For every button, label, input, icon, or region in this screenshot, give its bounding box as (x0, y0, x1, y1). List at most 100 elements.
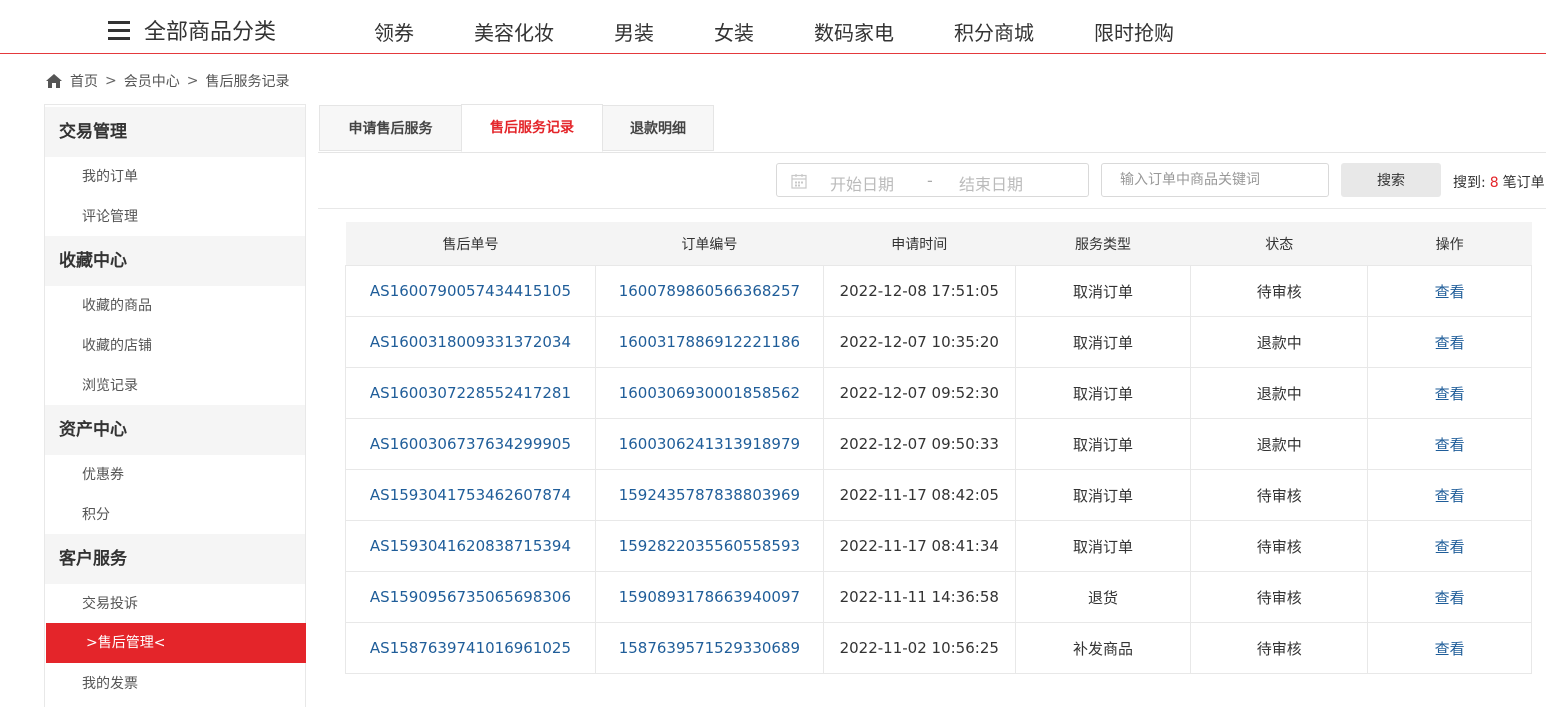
view-link[interactable]: 查看 (1367, 469, 1532, 521)
apply-time: 2022-11-02 10:56:25 (822, 622, 1016, 674)
apply-time: 2022-11-17 08:42:05 (822, 469, 1016, 521)
home-icon (46, 74, 62, 88)
status-text: 退款中 (1190, 316, 1369, 368)
order-number-link[interactable]: 1587639571529330689 (594, 622, 824, 674)
service-type: 取消订单 (1014, 316, 1192, 368)
menu-icon (108, 21, 130, 40)
order-number-link[interactable]: 1592822035560558593 (594, 520, 824, 572)
table-header-row: 售后单号 订单编号 申请时间 服务类型 状态 操作 (345, 222, 1532, 266)
aftersale-number-link[interactable]: AS1593041753462607874 (345, 469, 596, 521)
sidebar-item-fav-products[interactable]: 收藏的商品 (45, 286, 305, 326)
service-type: 退货 (1014, 571, 1192, 623)
status-text: 待审核 (1190, 571, 1369, 623)
result-suffix: 笔订单 (1502, 175, 1545, 191)
apply-time: 2022-11-11 14:36:58 (822, 571, 1016, 623)
column-header: 售后单号 (345, 222, 596, 266)
aftersale-number-link[interactable]: AS1600790057434415105 (345, 265, 596, 317)
calendar-icon (791, 174, 807, 189)
status-text: 待审核 (1190, 265, 1369, 317)
nav-item-flash-sale[interactable]: 限时抢购 (1094, 17, 1174, 46)
view-link[interactable]: 查看 (1367, 316, 1532, 368)
sidebar-section-title: 资产中心 (45, 405, 305, 455)
view-link[interactable]: 查看 (1367, 571, 1532, 623)
breadcrumb-home[interactable]: 首页 (70, 71, 98, 91)
view-link[interactable]: 查看 (1367, 418, 1532, 470)
service-type: 取消订单 (1014, 418, 1192, 470)
aftersale-number-link[interactable]: AS1600318009331372034 (345, 316, 596, 368)
aftersale-number-link[interactable]: AS1590956735065698306 (345, 571, 596, 623)
aftersale-number-link[interactable]: AS1600306737634299905 (345, 418, 596, 470)
sidebar-item-coupons[interactable]: 优惠券 (45, 455, 305, 495)
status-text: 退款中 (1190, 418, 1369, 470)
status-text: 退款中 (1190, 367, 1369, 419)
date-range-picker[interactable]: 开始日期 - 结束日期 (776, 163, 1089, 197)
order-number-link[interactable]: 1592435787838803969 (594, 469, 824, 521)
start-date-field[interactable]: 开始日期 (830, 171, 894, 195)
aftersale-records-table: 售后单号 订单编号 申请时间 服务类型 状态 操作 AS160079005743… (345, 222, 1532, 674)
nav-item-menswear[interactable]: 男装 (614, 17, 654, 46)
order-number-link[interactable]: 1600317886912221186 (594, 316, 824, 368)
breadcrumb: 首页 > 会员中心 > 售后服务记录 (46, 71, 289, 91)
view-link[interactable]: 查看 (1367, 520, 1532, 572)
all-categories-label: 全部商品分类 (144, 20, 277, 45)
tab-refund-details[interactable]: 退款明细 (602, 105, 714, 151)
sidebar-item-aftersale[interactable]: >售后管理< (46, 623, 306, 663)
sidebar-item-my-orders[interactable]: 我的订单 (45, 157, 305, 197)
table-row: AS1600307228552417281 160030693000185856… (345, 367, 1532, 419)
order-number-link[interactable]: 1600789860566368257 (594, 265, 824, 317)
status-text: 待审核 (1190, 469, 1369, 521)
apply-time: 2022-12-07 10:35:20 (822, 316, 1016, 368)
breadcrumb-member-center[interactable]: 会员中心 (124, 71, 180, 91)
all-categories-menu[interactable]: 全部商品分类 (108, 14, 276, 46)
keyword-search-input[interactable] (1101, 163, 1329, 197)
table-row: AS1600318009331372034 160031788691222118… (345, 316, 1532, 368)
date-separator: - (927, 171, 933, 190)
status-text: 待审核 (1190, 622, 1369, 674)
end-date-field[interactable]: 结束日期 (959, 171, 1023, 195)
order-number-link[interactable]: 1600306930001858562 (594, 367, 824, 419)
order-number-link[interactable]: 1590893178663940097 (594, 571, 824, 623)
aftersale-number-link[interactable]: AS1587639741016961025 (345, 622, 596, 674)
aftersale-number-link[interactable]: AS1600307228552417281 (345, 367, 596, 419)
column-header: 操作 (1367, 222, 1532, 266)
view-link[interactable]: 查看 (1367, 622, 1532, 674)
apply-time: 2022-12-08 17:51:05 (822, 265, 1016, 317)
search-button[interactable]: 搜索 (1341, 163, 1441, 197)
sidebar-section-title: 交易管理 (45, 107, 305, 157)
table-row: AS1593041620838715394 159282203556055859… (345, 520, 1532, 572)
apply-time: 2022-12-07 09:50:33 (822, 418, 1016, 470)
status-text: 待审核 (1190, 520, 1369, 572)
nav-item-coupons[interactable]: 领券 (374, 17, 414, 46)
sidebar-item-invoices[interactable]: 我的发票 (45, 664, 305, 704)
column-header: 申请时间 (823, 222, 1016, 266)
tab-bar: 申请售后服务 售后服务记录 退款明细 (318, 104, 1546, 153)
breadcrumb-current: 售后服务记录 (205, 74, 290, 90)
sidebar-item-points[interactable]: 积分 (45, 495, 305, 535)
sidebar-item-fav-shops[interactable]: 收藏的店铺 (45, 326, 305, 366)
column-header: 服务类型 (1015, 222, 1191, 266)
sidebar-item-history[interactable]: 浏览记录 (45, 366, 305, 406)
service-type: 取消订单 (1014, 265, 1192, 317)
nav-item-womenswear[interactable]: 女装 (714, 17, 754, 46)
top-nav: 全部商品分类 领券 美容化妆 男装 女装 数码家电 积分商城 限时抢购 (0, 0, 1546, 54)
tab-aftersale-records[interactable]: 售后服务记录 (461, 104, 603, 152)
view-link[interactable]: 查看 (1367, 367, 1532, 419)
column-header: 状态 (1190, 222, 1368, 266)
divider (318, 208, 1546, 209)
result-count: 搜到: 8 笔订单 (1453, 172, 1545, 192)
table-row: AS1600790057434415105 160078986056636825… (345, 265, 1532, 317)
apply-time: 2022-11-17 08:41:34 (822, 520, 1016, 572)
apply-time: 2022-12-07 09:52:30 (822, 367, 1016, 419)
order-number-link[interactable]: 1600306241313918979 (594, 418, 824, 470)
sidebar-item-reviews[interactable]: 评论管理 (45, 197, 305, 237)
sidebar-section-title: 收藏中心 (45, 236, 305, 286)
service-type: 取消订单 (1014, 520, 1192, 572)
aftersale-number-link[interactable]: AS1593041620838715394 (345, 520, 596, 572)
nav-item-digital[interactable]: 数码家电 (814, 17, 894, 46)
result-number: 8 (1489, 175, 1499, 191)
tab-apply-aftersale[interactable]: 申请售后服务 (319, 105, 462, 151)
view-link[interactable]: 查看 (1367, 265, 1532, 317)
sidebar-item-complaints[interactable]: 交易投诉 (45, 584, 305, 624)
nav-item-beauty[interactable]: 美容化妆 (474, 17, 554, 46)
nav-item-points-mall[interactable]: 积分商城 (954, 17, 1034, 46)
